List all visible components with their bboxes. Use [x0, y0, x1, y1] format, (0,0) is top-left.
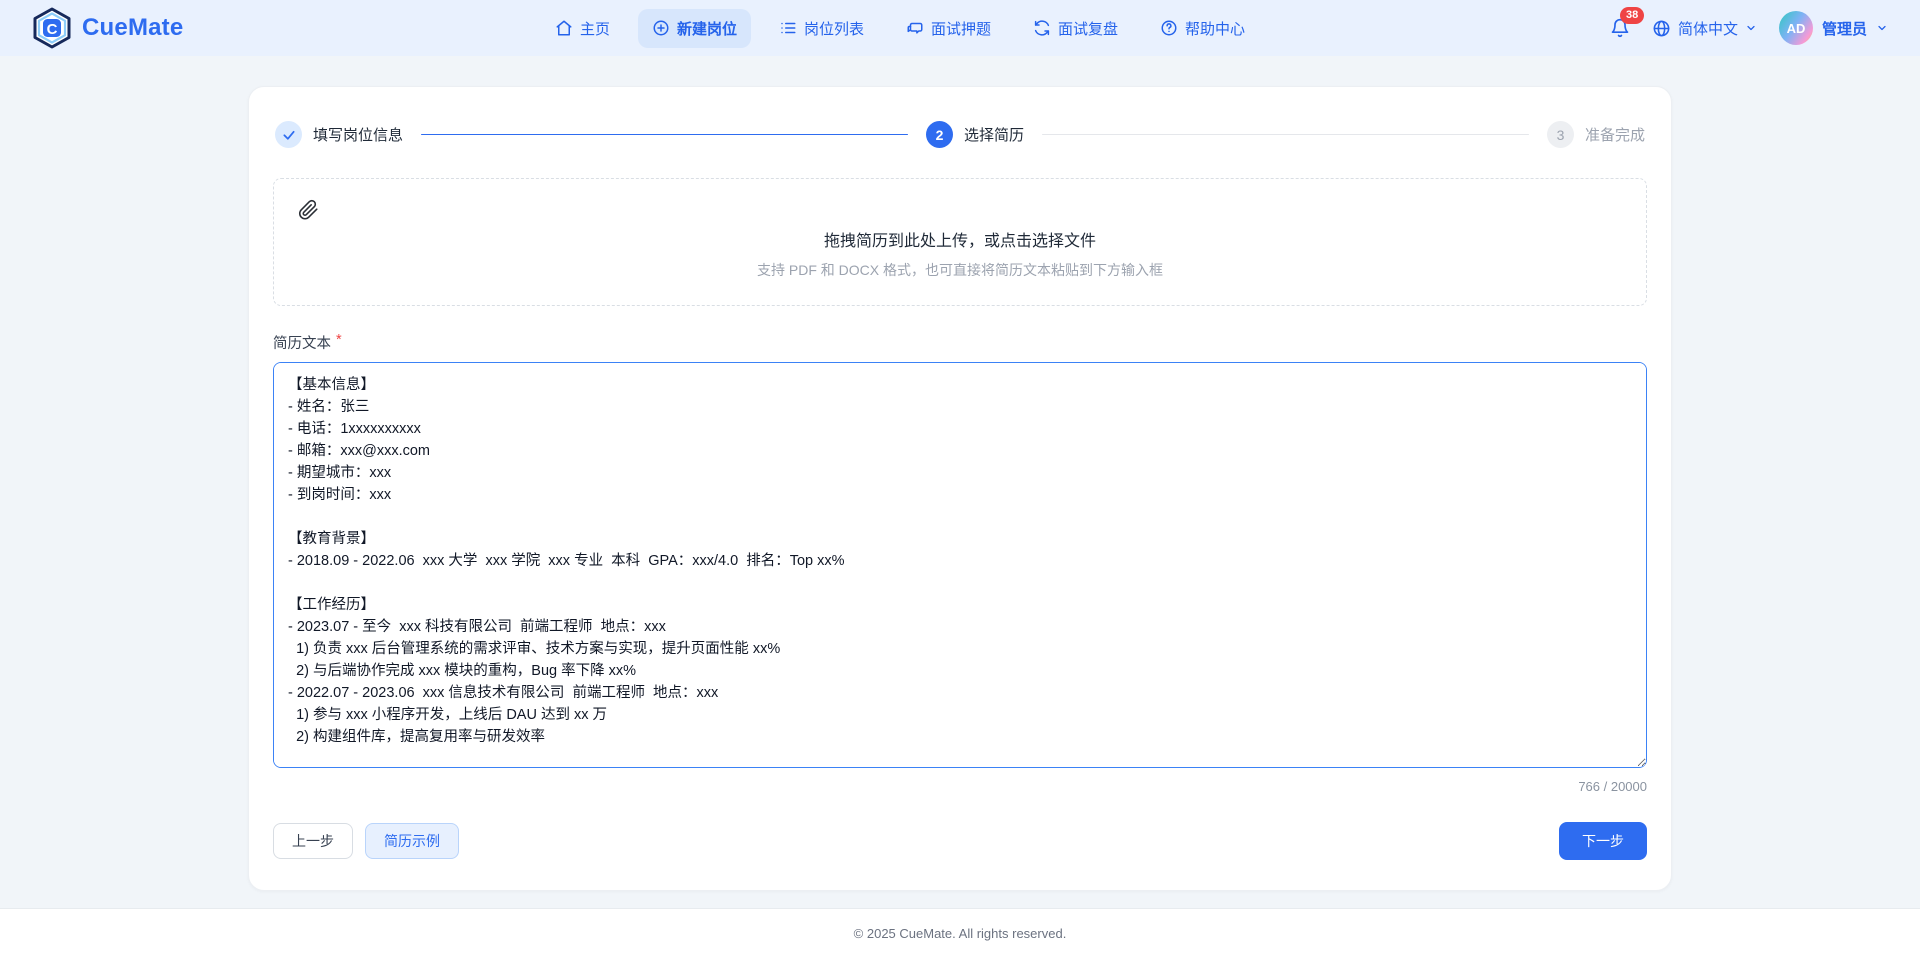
svg-text:C: C	[47, 21, 58, 38]
resume-label-text: 简历文本	[273, 332, 331, 353]
nav-label: 岗位列表	[804, 18, 864, 39]
char-counter: 766 / 20000	[273, 779, 1647, 794]
nav-item-interview-questions[interactable]: 面试押题	[892, 9, 1005, 48]
language-label: 简体中文	[1678, 18, 1738, 39]
nav-item-home[interactable]: 主页	[541, 9, 624, 48]
nav-right-group: 38 简体中文 AD 管理员	[1468, 11, 1888, 45]
nav-item-help-center[interactable]: 帮助中心	[1146, 9, 1259, 48]
resume-example-button[interactable]: 简历示例	[365, 823, 459, 859]
home-icon	[555, 19, 573, 37]
nav-label: 面试复盘	[1058, 18, 1118, 39]
dropzone-texts: 拖拽简历到此处上传，或点击选择文件 支持 PDF 和 DOCX 格式，也可直接将…	[298, 227, 1622, 280]
resume-upload-dropzone[interactable]: 拖拽简历到此处上传，或点击选择文件 支持 PDF 和 DOCX 格式，也可直接将…	[273, 178, 1647, 306]
check-icon	[282, 128, 296, 142]
globe-icon	[1652, 19, 1671, 38]
help-icon	[1160, 19, 1178, 37]
list-icon	[779, 19, 797, 37]
main-nav: 主页 新建岗位 岗位列表 面试押题 面试复盘 帮助中心	[332, 9, 1468, 48]
wizard-card: 填写岗位信息 2 选择简历 3 准备完成 拖拽简历到此处上传，或点击选择文件 支…	[248, 86, 1672, 891]
brand-logo[interactable]: C CueMate	[32, 7, 332, 49]
nav-item-new-position[interactable]: 新建岗位	[638, 9, 751, 48]
plus-circle-icon	[652, 19, 670, 37]
step-1-circle	[275, 121, 302, 148]
chat-icon	[906, 19, 924, 37]
user-role-label: 管理员	[1822, 18, 1867, 39]
step-fill-position-info: 填写岗位信息	[275, 121, 403, 148]
nav-label: 新建岗位	[677, 18, 737, 39]
resume-text-label: 简历文本 *	[273, 332, 1647, 353]
user-menu[interactable]: AD 管理员	[1779, 11, 1888, 45]
language-selector[interactable]: 简体中文	[1652, 18, 1757, 39]
step-1-label: 填写岗位信息	[313, 124, 403, 145]
top-navigation: C CueMate 主页 新建岗位 岗位列表 面试押题 面试复盘 帮助中心	[0, 0, 1920, 56]
chevron-down-icon	[1745, 22, 1757, 34]
prev-step-button[interactable]: 上一步	[273, 823, 353, 859]
brand-name: CueMate	[82, 14, 183, 42]
nav-label: 主页	[580, 18, 610, 39]
notification-badge: 38	[1620, 7, 1644, 24]
cuemate-logo-icon: C	[32, 7, 72, 49]
main-content: 填写岗位信息 2 选择简历 3 准备完成 拖拽简历到此处上传，或点击选择文件 支…	[248, 86, 1672, 908]
avatar: AD	[1779, 11, 1813, 45]
step-3-label: 准备完成	[1585, 124, 1645, 145]
copyright-text: © 2025 CueMate. All rights reserved.	[854, 926, 1067, 941]
chevron-down-icon	[1876, 22, 1888, 34]
nav-item-position-list[interactable]: 岗位列表	[765, 9, 878, 48]
notifications-button[interactable]: 38	[1610, 18, 1630, 38]
wizard-actions: 上一步 简历示例 下一步	[273, 822, 1647, 860]
step-2-circle: 2	[926, 121, 953, 148]
dropzone-main-text: 拖拽简历到此处上传，或点击选择文件	[298, 227, 1622, 251]
stepper: 填写岗位信息 2 选择简历 3 准备完成	[273, 113, 1647, 152]
refresh-icon	[1033, 19, 1051, 37]
required-asterisk: *	[336, 332, 342, 353]
resume-text-input[interactable]: 【基本信息】 - 姓名：张三 - 电话：1xxxxxxxxxx - 邮箱：xxx…	[273, 362, 1647, 768]
dropzone-sub-text: 支持 PDF 和 DOCX 格式，也可直接将简历文本粘贴到下方输入框	[298, 260, 1622, 280]
step-3-circle: 3	[1547, 121, 1574, 148]
paperclip-icon	[298, 199, 319, 221]
step-ready: 3 准备完成	[1547, 121, 1645, 148]
step-2-label: 选择简历	[964, 124, 1024, 145]
nav-label: 面试押题	[931, 18, 991, 39]
page-footer: © 2025 CueMate. All rights reserved.	[0, 908, 1920, 958]
next-step-button[interactable]: 下一步	[1559, 822, 1647, 860]
step-select-resume: 2 选择简历	[926, 121, 1024, 148]
nav-item-interview-review[interactable]: 面试复盘	[1019, 9, 1132, 48]
nav-label: 帮助中心	[1185, 18, 1245, 39]
step-connector-done	[421, 134, 908, 136]
step-connector-pending	[1042, 134, 1529, 136]
